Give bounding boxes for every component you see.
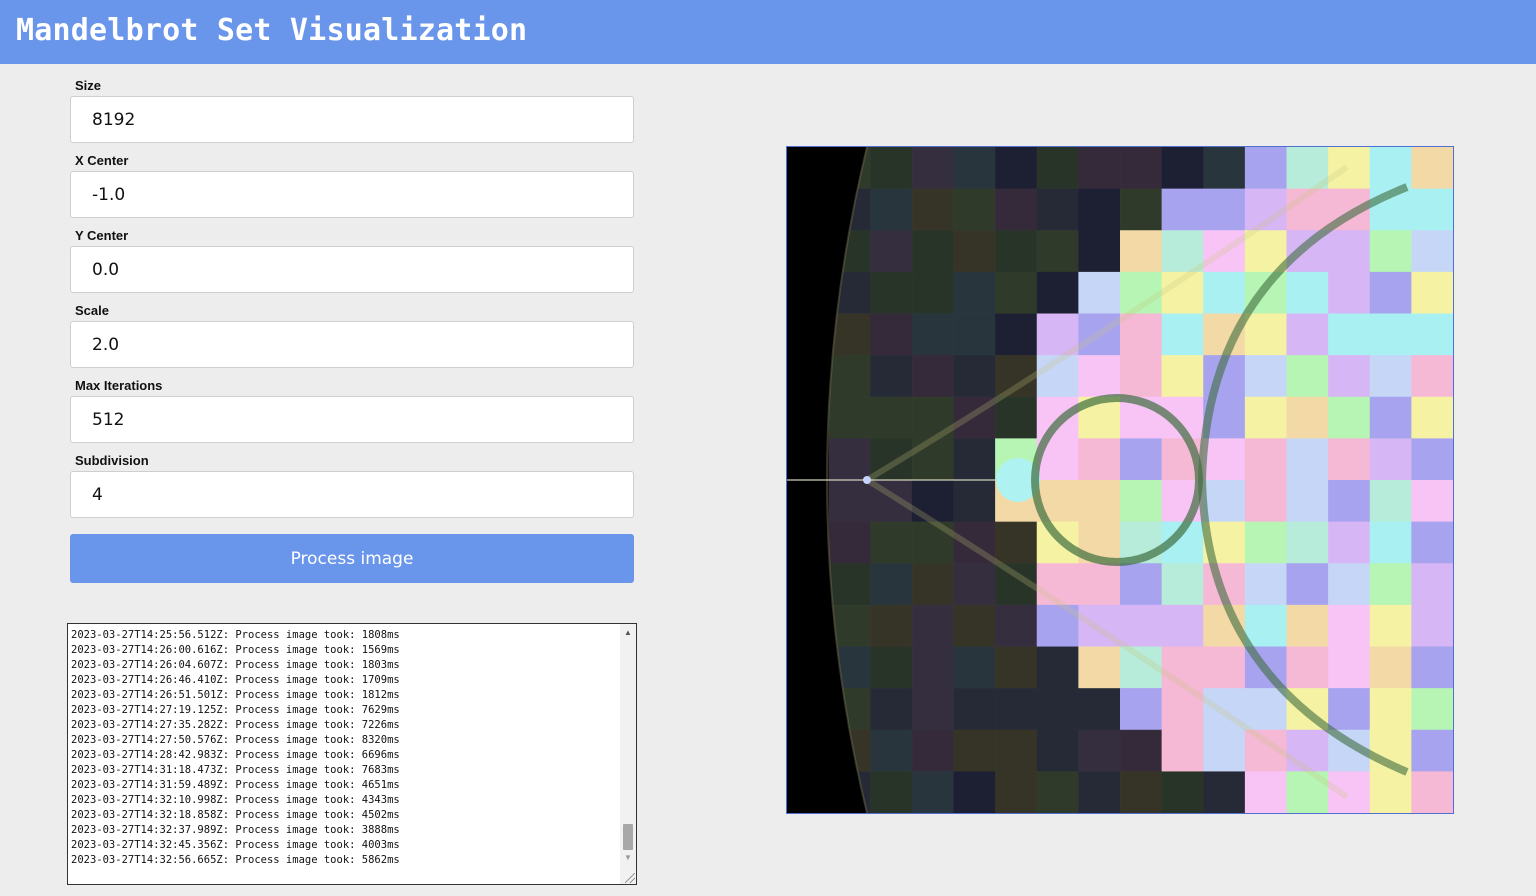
x-center-input[interactable] <box>70 171 634 218</box>
log-textarea[interactable]: 2023-03-27T14:25:56.512Z: Process image … <box>67 623 637 885</box>
resize-grip-icon[interactable] <box>625 873 635 883</box>
subdivision-label: Subdivision <box>75 453 149 468</box>
log-line: 2023-03-27T14:26:46.410Z: Process image … <box>71 674 400 686</box>
log-line: 2023-03-27T14:27:35.282Z: Process image … <box>71 719 400 731</box>
log-line: 2023-03-27T14:32:56.665Z: Process image … <box>71 854 400 866</box>
log-scrollbar[interactable]: ▲ ▼ <box>620 624 636 884</box>
log-line: 2023-03-27T14:28:42.983Z: Process image … <box>71 749 400 761</box>
process-image-button[interactable]: Process image <box>70 534 634 583</box>
log-line: 2023-03-27T14:27:50.576Z: Process image … <box>71 734 400 746</box>
mandelbrot-image <box>787 147 1453 813</box>
log-line: 2023-03-27T14:26:51.501Z: Process image … <box>71 689 400 701</box>
log-line: 2023-03-27T14:32:10.998Z: Process image … <box>71 794 400 806</box>
log-line: 2023-03-27T14:32:45.356Z: Process image … <box>71 839 400 851</box>
subdivision-input[interactable] <box>70 471 634 518</box>
scale-label: Scale <box>75 303 109 318</box>
log-line: 2023-03-27T14:27:19.125Z: Process image … <box>71 704 400 716</box>
size-input[interactable] <box>70 96 634 143</box>
mandelbrot-canvas[interactable] <box>786 146 1454 814</box>
log-line: 2023-03-27T14:26:04.607Z: Process image … <box>71 659 400 671</box>
x-center-label: X Center <box>75 153 129 168</box>
scroll-up-icon[interactable]: ▲ <box>624 628 632 637</box>
scroll-thumb[interactable] <box>623 824 633 850</box>
y-center-label: Y Center <box>75 228 129 243</box>
log-line: 2023-03-27T14:32:18.858Z: Process image … <box>71 809 400 821</box>
scroll-down-icon[interactable]: ▼ <box>624 853 632 862</box>
log-lines: 2023-03-27T14:25:56.512Z: Process image … <box>71 628 400 868</box>
log-line: 2023-03-27T14:25:56.512Z: Process image … <box>71 629 400 641</box>
log-line: 2023-03-27T14:26:00.616Z: Process image … <box>71 644 400 656</box>
max-iterations-input[interactable] <box>70 396 634 443</box>
log-line: 2023-03-27T14:31:59.489Z: Process image … <box>71 779 400 791</box>
log-line: 2023-03-27T14:31:18.473Z: Process image … <box>71 764 400 776</box>
page-title: Mandelbrot Set Visualization <box>16 13 528 48</box>
max-iterations-label: Max Iterations <box>75 378 163 393</box>
app-header: Mandelbrot Set Visualization <box>0 0 1536 64</box>
scale-input[interactable] <box>70 321 634 368</box>
size-label: Size <box>75 78 102 93</box>
log-line: 2023-03-27T14:32:37.989Z: Process image … <box>71 824 400 836</box>
y-center-input[interactable] <box>70 246 634 293</box>
